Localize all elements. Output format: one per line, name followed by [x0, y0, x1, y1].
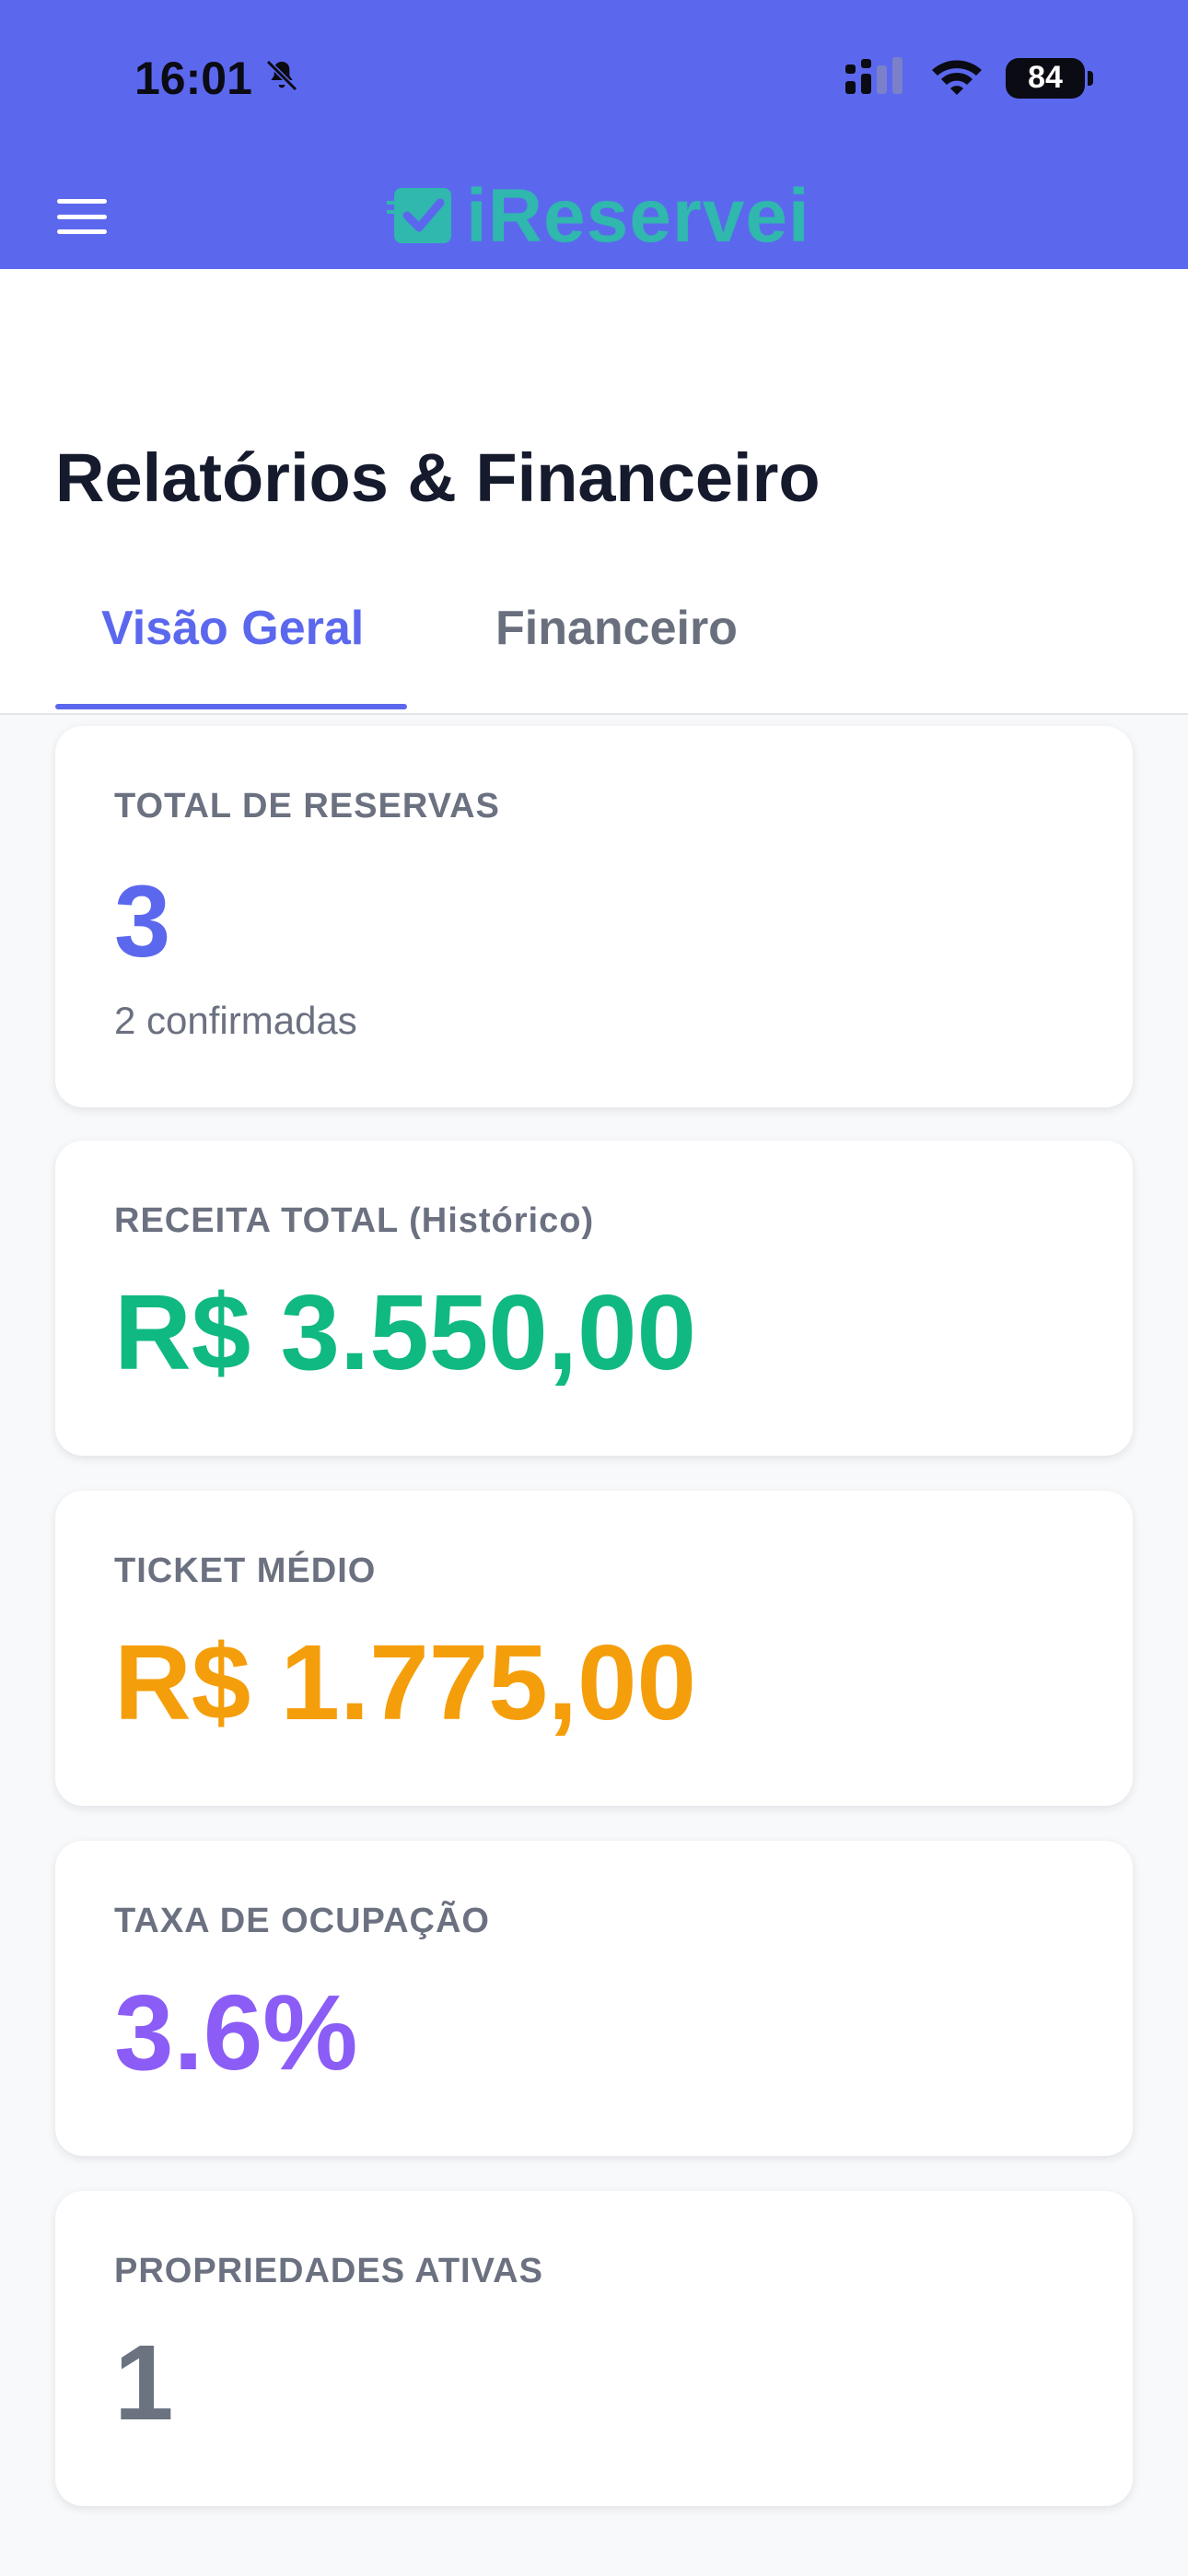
- card-label: PROPRIEDADES ATIVAS: [114, 2252, 543, 2290]
- status-icons: 84: [844, 55, 1093, 100]
- tab-financeiro[interactable]: Financeiro: [495, 601, 738, 656]
- card-label: TAXA DE OCUPAÇÃO: [114, 1902, 490, 1940]
- bell-slash-icon: [263, 52, 300, 105]
- card-receita-total: RECEITA TOTAL (Histórico) R$ 3.550,00: [55, 1141, 1133, 1456]
- card-taxa-ocupacao: TAXA DE OCUPAÇÃO 3.6%: [55, 1841, 1133, 2156]
- card-value: R$ 3.550,00: [114, 1272, 697, 1392]
- title-area: Relatórios & Financeiro Visão Geral Fina…: [0, 269, 1188, 715]
- header-row: iReservei: [0, 174, 1188, 258]
- battery-icon: 84: [1006, 57, 1093, 99]
- card-label: TOTAL DE RESERVAS: [114, 787, 500, 825]
- hamburger-menu-icon[interactable]: [57, 199, 107, 234]
- checkbox-icon: [387, 182, 457, 252]
- card-value: R$ 1.775,00: [114, 1622, 697, 1742]
- card-label: TICKET MÉDIO: [114, 1551, 377, 1590]
- card-subtext: 2 confirmadas: [114, 999, 357, 1042]
- logo-text: iReservei: [466, 174, 810, 258]
- page-title: Relatórios & Financeiro: [55, 439, 821, 516]
- cellular-signal-icon: [844, 55, 908, 100]
- card-label: RECEITA TOTAL (Histórico): [114, 1201, 595, 1240]
- card-value: 3.6%: [114, 1973, 358, 2092]
- battery-level: 84: [1028, 60, 1063, 95]
- app-logo[interactable]: iReservei: [387, 174, 810, 258]
- app-header: 16:01 84 iReservei: [0, 0, 1188, 269]
- wifi-icon: [928, 55, 985, 100]
- card-value: 1: [114, 2323, 174, 2442]
- status-time-text: 16:01: [134, 53, 252, 104]
- card-total-reservas: TOTAL DE RESERVAS 3 2 confirmadas: [55, 726, 1133, 1107]
- card-propriedades-ativas: PROPRIEDADES ATIVAS 1: [55, 2191, 1133, 2506]
- card-value: 3: [114, 865, 171, 978]
- card-ticket-medio: TICKET MÉDIO R$ 1.775,00: [55, 1491, 1133, 1806]
- tab-visao-geral[interactable]: Visão Geral: [101, 601, 364, 656]
- status-time: 16:01: [134, 52, 300, 105]
- active-tab-indicator: [55, 704, 407, 709]
